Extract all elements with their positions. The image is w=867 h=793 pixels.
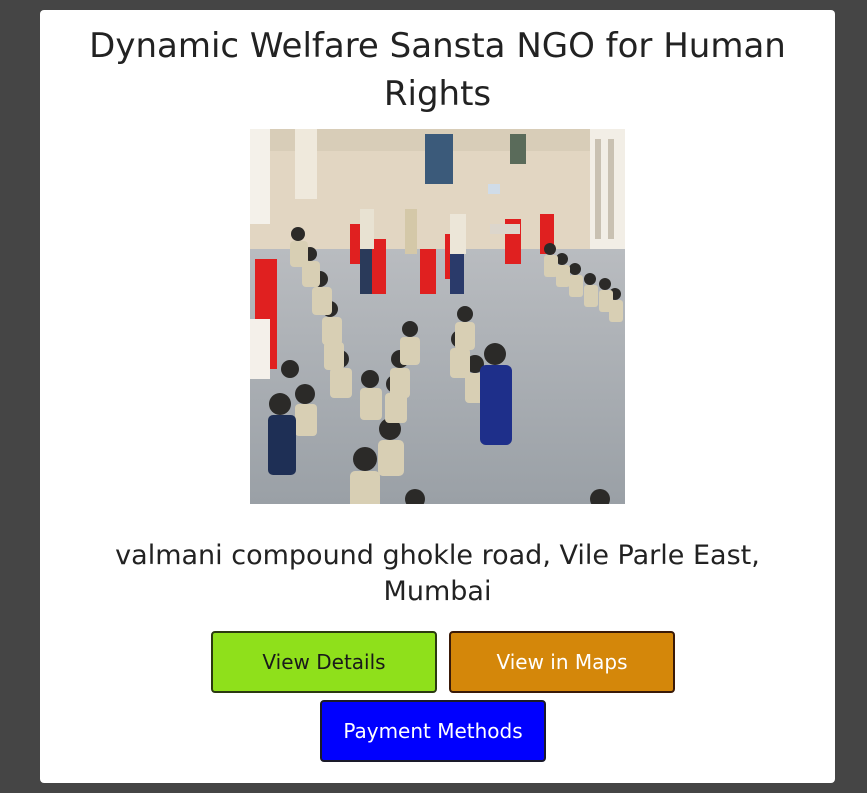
ngo-photo — [250, 129, 625, 504]
ngo-address: valmani compound ghokle road, Vile Parle… — [115, 540, 760, 607]
view-in-maps-button[interactable]: View in Maps — [449, 631, 675, 693]
ngo-card: Dynamic Welfare Sansta NGO for Human Rig… — [40, 10, 835, 783]
ngo-title: Dynamic Welfare Sansta NGO for Human Rig… — [89, 26, 786, 114]
classroom-photo — [250, 129, 625, 504]
view-details-button[interactable]: View Details — [211, 631, 437, 693]
payment-methods-button[interactable]: Payment Methods — [320, 700, 546, 762]
